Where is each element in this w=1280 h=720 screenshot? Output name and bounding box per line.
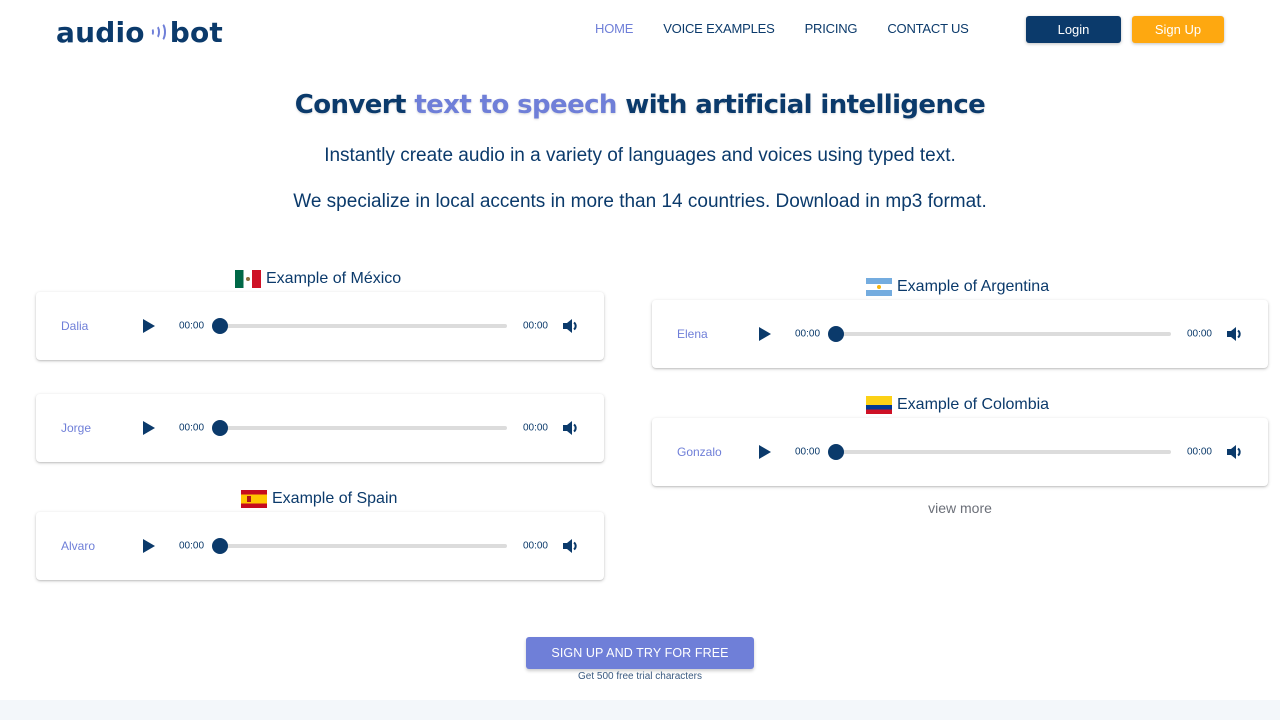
volume-icon[interactable] [1226,444,1244,460]
hero-title: Convert text to speech with artificial i… [0,90,1280,120]
audio-player-gonzalo: Gonzalo 00:00 00:00 [652,418,1268,486]
play-icon[interactable] [143,319,155,333]
seek-slider[interactable] [212,538,507,554]
seek-handle[interactable] [828,444,844,460]
section-label-mexico: Example of México [235,270,401,288]
nav-contact-us[interactable]: CONTACT US [887,21,969,36]
sound-waves-icon [149,21,167,43]
brand-name-left: audio [56,15,145,49]
section-title: Example of Spain [272,490,398,507]
hero-title-part2: with artificial intelligence [616,90,986,120]
section-label-argentina: Example of Argentina [866,278,1049,296]
audio-player-alvaro: Alvaro 00:00 00:00 [36,512,604,580]
duration: 00:00 [522,540,548,552]
audio-player-dalia: Dalia 00:00 00:00 [36,292,604,360]
seek-slider[interactable] [828,326,1171,342]
seek-slider[interactable] [828,444,1171,460]
main-nav: HOME VOICE EXAMPLES PRICING CONTACT US [595,21,999,36]
signup-button[interactable]: Sign Up [1132,16,1224,43]
volume-icon[interactable] [562,318,580,334]
section-title: Example of México [266,270,402,287]
hero-subtitle-1: Instantly create audio in a variety of l… [324,145,956,166]
login-button[interactable]: Login [1026,16,1121,43]
seek-handle[interactable] [212,538,228,554]
free-trial-note: Get 500 free trial characters [578,671,702,682]
volume-icon[interactable] [562,420,580,436]
section-title: Example of Argentina [897,278,1050,295]
audio-player-elena: Elena 00:00 00:00 [652,300,1268,368]
brand-name-right: bot [169,15,223,49]
seek-slider[interactable] [212,318,507,334]
current-time: 00:00 [795,446,821,458]
voice-name: Jorge [61,421,92,435]
voice-name: Alvaro [61,539,96,553]
nav-pricing[interactable]: PRICING [805,21,858,36]
section-label-colombia: Example of Colombia [866,396,1049,414]
seek-handle[interactable] [212,318,228,334]
hero-title-part1: Convert [294,90,415,120]
voice-name: Dalia [61,319,89,333]
duration: 00:00 [522,320,548,332]
hero-subtitle-2: We specialize in local accents in more t… [293,191,987,212]
hero-title-accent: text to speech [414,90,617,120]
audio-player-jorge: Jorge 00:00 00:00 [36,394,604,462]
nav-voice-examples[interactable]: VOICE EXAMPLES [663,21,775,36]
play-icon[interactable] [143,421,155,435]
seek-handle[interactable] [212,420,228,436]
section-label-spain: Example of Spain [241,490,397,508]
current-time: 00:00 [179,422,205,434]
seek-handle[interactable] [828,326,844,342]
play-icon[interactable] [143,539,155,553]
colombia-flag-icon [866,396,892,414]
current-time: 00:00 [795,328,821,340]
view-more-link[interactable]: view more [652,500,1268,516]
duration: 00:00 [522,422,548,434]
mexico-flag-icon [235,270,261,288]
brand-logo[interactable]: audio bot [56,12,223,52]
section-title: Example of Colombia [897,396,1050,413]
voice-name: Gonzalo [677,445,722,459]
play-icon[interactable] [759,445,771,459]
play-icon[interactable] [759,327,771,341]
seek-slider[interactable] [212,420,507,436]
duration: 00:00 [1186,446,1212,458]
volume-icon[interactable] [1226,326,1244,342]
current-time: 00:00 [179,540,205,552]
voice-name: Elena [677,327,708,341]
spain-flag-icon [241,490,267,508]
signup-free-trial-button[interactable]: SIGN UP AND TRY FOR FREE [526,637,754,669]
volume-icon[interactable] [562,538,580,554]
argentina-flag-icon [866,278,892,296]
duration: 00:00 [1186,328,1212,340]
current-time: 00:00 [179,320,205,332]
footer-band [0,700,1280,720]
nav-home[interactable]: HOME [595,21,633,36]
